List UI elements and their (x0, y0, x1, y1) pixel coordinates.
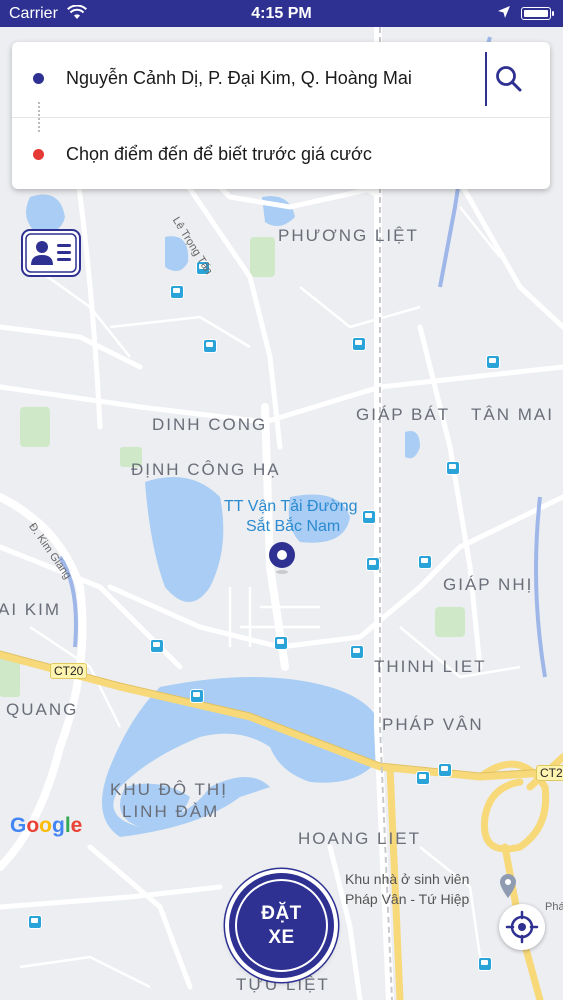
map-label: PHÁP VÂN (382, 715, 484, 734)
bus-stop-icon[interactable] (350, 645, 364, 659)
bus-stop-icon[interactable] (486, 355, 500, 369)
map-label: GIÁP NHỊ (443, 575, 534, 594)
highway-shield: CT20 (50, 663, 88, 679)
google-logo: Google (10, 814, 83, 837)
map-label: LINH ĐÀM (122, 802, 220, 821)
bus-stop-icon[interactable] (170, 285, 184, 299)
bus-stop-icon[interactable] (416, 771, 430, 785)
map-label: AI KIM (0, 600, 62, 619)
id-card-icon (21, 229, 81, 277)
map-label: Phá (545, 901, 563, 913)
map-label: ĐỊNH CÔNG HẠ (131, 460, 281, 479)
pickup-location-pin-icon (268, 541, 296, 574)
highway-shield: CT20 (536, 765, 563, 781)
poi-label[interactable]: Pháp Vân - Tứ Hiệp (345, 890, 469, 909)
origin-address[interactable]: Nguyễn Cảnh Dị, P. Đại Kim, Q. Hoàng Mai (66, 68, 412, 89)
bus-stop-icon[interactable] (478, 957, 492, 971)
battery-icon (521, 7, 554, 20)
clock: 4:15 PM (251, 5, 312, 22)
search-icon (496, 66, 522, 92)
status-bar: Carrier 4:15 PM (0, 0, 563, 27)
map-label: QUANG (6, 700, 79, 719)
bus-stop-icon[interactable] (446, 461, 460, 475)
profile-button[interactable] (20, 228, 84, 278)
destination-dot-icon (33, 149, 44, 160)
divider (12, 117, 550, 118)
bus-stop-icon[interactable] (438, 763, 452, 777)
poi-label[interactable]: Sắt Bắc Nam (246, 517, 340, 537)
bus-stop-icon[interactable] (366, 557, 380, 571)
bus-stop-icon[interactable] (362, 510, 376, 524)
bus-stop-icon[interactable] (274, 636, 288, 650)
route-search-card: Nguyễn Cảnh Dị, P. Đại Kim, Q. Hoàng Mai… (12, 42, 550, 189)
map-label: TỰU LIỆT (236, 975, 330, 994)
button-ring (235, 879, 328, 972)
bus-stop-icon[interactable] (352, 337, 366, 351)
origin-dot-icon (33, 73, 44, 84)
poi-label[interactable]: Khu nhà ở sinh viên (345, 870, 469, 889)
bus-stop-icon[interactable] (418, 555, 432, 569)
bus-stop-icon[interactable] (28, 915, 42, 929)
search-button[interactable] (490, 60, 530, 100)
map-label: KHU ĐÔ THỊ (110, 780, 228, 799)
crosshair-icon (505, 910, 539, 944)
map-label: PHƯƠNG LIỆT (278, 226, 419, 245)
map-label: THINH LIET (374, 657, 487, 676)
divider (485, 52, 487, 106)
map-label: TÂN MAI (471, 405, 554, 424)
bus-stop-icon[interactable] (190, 689, 204, 703)
poi-label[interactable]: TT Vận Tải Đường (224, 497, 358, 517)
map-label: GIÁP BÁT (356, 405, 451, 424)
book-ride-button[interactable]: ĐẶT XE (229, 873, 334, 978)
my-location-button[interactable] (499, 904, 545, 950)
bus-stop-icon[interactable] (150, 639, 164, 653)
destination-field[interactable]: Chọn điểm đến để biết trước giá cước (66, 144, 372, 165)
map-label: HOANG LIET (298, 829, 421, 848)
bus-stop-icon[interactable] (203, 339, 217, 353)
location-arrow-icon (497, 5, 511, 24)
map-label: DINH CONG (152, 415, 268, 434)
